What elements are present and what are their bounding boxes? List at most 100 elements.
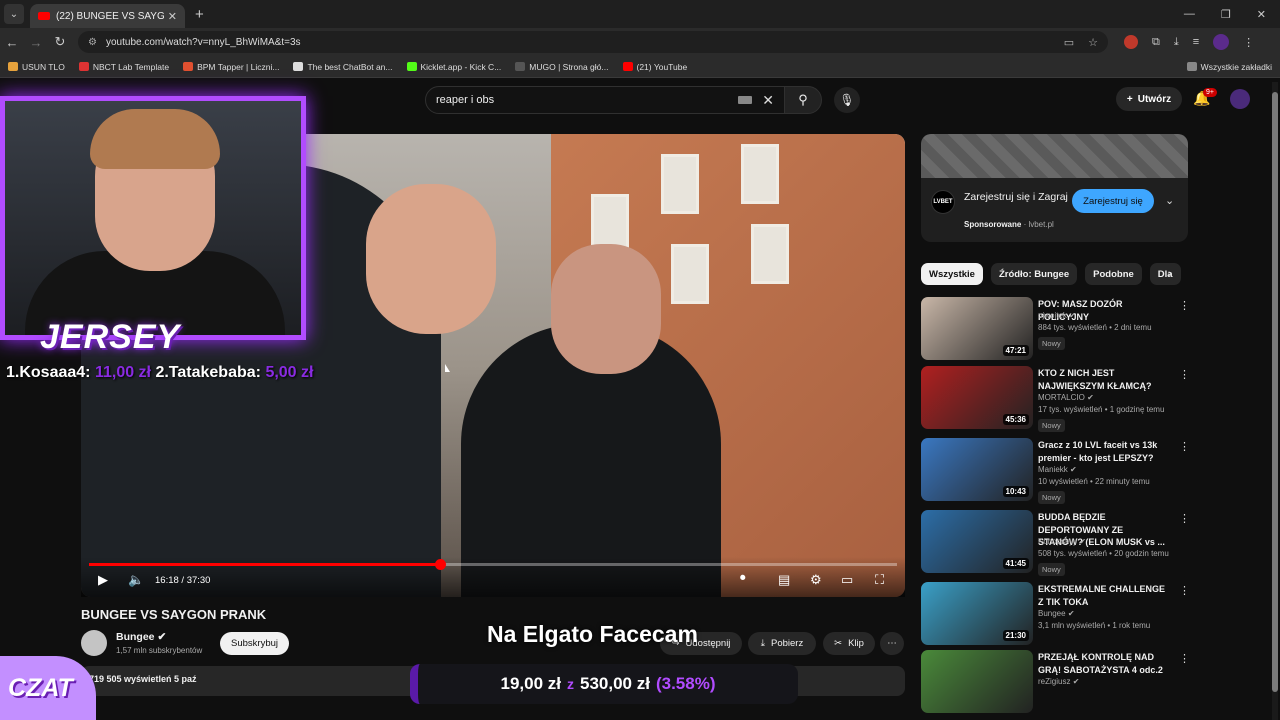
account-avatar[interactable]	[1230, 89, 1250, 109]
recommended-title[interactable]: Gracz z 10 LVL faceit vs 13k premier - k…	[1038, 439, 1168, 464]
recommended-title[interactable]: PRZEJĄŁ KONTROLĘ NAD GRĄ! SABOTAŻYSTA 4 …	[1038, 651, 1168, 676]
recommended-channel: reZigiusz ✔	[1038, 677, 1080, 686]
cast-icon[interactable]: ▭	[1064, 36, 1074, 49]
scrollbar-thumb[interactable]	[1272, 92, 1278, 692]
bookmark-item[interactable]: USUN TLO	[8, 62, 65, 72]
channel-avatar[interactable]	[81, 630, 107, 656]
close-window-icon[interactable]: ✕	[1257, 8, 1266, 21]
keyboard-icon[interactable]	[738, 96, 753, 104]
site-info-icon[interactable]: ⚙	[88, 37, 100, 48]
more-options-icon[interactable]: ⋮	[1179, 299, 1190, 312]
video-title: BUNGEE VS SAYGON PRANK	[81, 607, 267, 622]
search-button[interactable]: ⚲	[784, 86, 822, 114]
recommended-video[interactable]: 47:21 POV: MASZ DOZÓR POLICYJNY ojwojtek ✔…	[921, 297, 1190, 361]
page-scrollbar[interactable]	[1272, 82, 1278, 720]
search-input[interactable]: reaper i obs ✕	[425, 86, 785, 114]
bookmark-item[interactable]: (21) YouTube	[622, 62, 687, 72]
clip-button[interactable]: ✂ Klip	[823, 632, 875, 655]
maximize-icon[interactable]: ❐	[1221, 8, 1231, 21]
more-options-icon[interactable]: ⋮	[1179, 584, 1190, 597]
video-window	[671, 244, 709, 304]
video-thumbnail[interactable]	[921, 650, 1033, 713]
media-control-icon[interactable]: ≡	[1193, 36, 1199, 48]
address-bar-row: ← → ↻ ⚙ youtube.com/watch?v=nnyL_BhWiMA&…	[0, 28, 1280, 56]
recommended-video[interactable]: PRZEJĄŁ KONTROLĘ NAD GRĄ! SABOTAŻYSTA 4 …	[921, 650, 1190, 714]
url-field[interactable]: ⚙ youtube.com/watch?v=nnyL_BhWiMA&t=3s ▭…	[78, 31, 1108, 53]
video-thumbnail[interactable]: 41:45	[921, 510, 1033, 573]
autoplay-toggle-icon[interactable]: ⏺	[740, 572, 746, 585]
browser-tab[interactable]: (22) BUNGEE VS SAYGON PRANK ✕	[30, 4, 185, 28]
recommended-video[interactable]: 10:43 Gracz z 10 LVL faceit vs 13k premie…	[921, 438, 1190, 504]
video-thumbnail[interactable]: 47:21	[921, 297, 1033, 360]
video-thumbnail[interactable]: 45:36	[921, 366, 1033, 429]
theater-mode-icon[interactable]: ▭	[841, 572, 853, 588]
new-tab-icon[interactable]: +	[195, 6, 204, 23]
extensions-puzzle-icon[interactable]: ⧉	[1152, 36, 1160, 49]
sponsored-ad[interactable]: LVBET Zarejestruj się i Zagraj Sponsorow…	[921, 134, 1188, 242]
chip-all[interactable]: Wszystkie	[921, 263, 983, 285]
video-thumbnail[interactable]: 21:30	[921, 582, 1033, 645]
channel-name[interactable]: Bungee ✔	[116, 631, 166, 643]
all-bookmarks-folder[interactable]: Wszystkie zakładki	[1186, 62, 1280, 72]
recommended-title[interactable]: EKSTREMALNE CHALLENGE Z TIK TOKA	[1038, 583, 1168, 608]
play-icon[interactable]: ▶	[98, 572, 108, 588]
close-tab-icon[interactable]: ✕	[168, 10, 177, 23]
subscribe-button[interactable]: Subskrybuj	[220, 632, 289, 655]
fullscreen-icon[interactable]: ⛶	[875, 572, 884, 588]
youtube-favicon-icon	[38, 12, 50, 20]
profile-avatar[interactable]	[1213, 34, 1230, 50]
more-options-icon[interactable]: ⋮	[1179, 652, 1190, 665]
recommended-video[interactable]: 45:36 KTO Z NICH JEST NAJWIĘKSZYM KŁAMCĄ?…	[921, 366, 1190, 432]
recommended-video[interactable]: 41:45 BUDDA BĘDZIE DEPORTOWANY ZE STANÓW?…	[921, 510, 1190, 576]
bookmark-item[interactable]: BPM Tapper | Liczni...	[183, 62, 279, 72]
bookmark-favicon-icon	[78, 62, 89, 71]
bookmark-item[interactable]: NBCT Lab Template	[78, 62, 169, 72]
reload-icon[interactable]: ↻	[48, 34, 72, 50]
volume-icon[interactable]: 🔈	[128, 572, 144, 588]
new-badge: Nowy	[1038, 491, 1065, 504]
bookmark-item[interactable]: Kicklet.app - Kick C...	[406, 62, 501, 72]
video-person-head	[551, 244, 661, 374]
more-options-icon[interactable]: ⋮	[1179, 368, 1190, 381]
create-button[interactable]: + Utwórz	[1116, 87, 1182, 111]
chip-for-you[interactable]: Dla	[1149, 263, 1181, 285]
bookmark-item[interactable]: MUGO | Strona głó...	[515, 62, 609, 72]
settings-gear-icon[interactable]: ⚙	[810, 572, 822, 588]
video-thumbnail[interactable]: 10:43	[921, 438, 1033, 501]
forward-icon[interactable]: →	[24, 35, 48, 50]
progress-bar[interactable]	[89, 559, 897, 570]
recommended-channel: Konopskyy ✔	[1038, 537, 1087, 546]
recommended-channel: MORTALCIO ✔	[1038, 393, 1094, 402]
download-button[interactable]: ⤓ Pobierz	[748, 632, 816, 655]
bookmark-star-icon[interactable]: ☆	[1088, 36, 1098, 49]
chevron-down-icon[interactable]: ⌄	[1165, 194, 1174, 207]
recommended-meta: 884 tys. wyświetleń • 2 dni temu	[1038, 323, 1152, 332]
more-options-icon[interactable]: ⋮	[1179, 512, 1190, 525]
video-duration: 21:30	[1002, 630, 1029, 641]
extension-icon[interactable]	[1124, 35, 1138, 49]
back-icon[interactable]: ←	[0, 35, 24, 50]
voice-search-button[interactable]: 🎙	[834, 87, 860, 113]
browser-menu-icon[interactable]: ⋮	[1243, 36, 1254, 49]
more-actions-button[interactable]: ⋯	[880, 632, 904, 655]
verified-icon: ✔	[1069, 311, 1076, 320]
progress-scrubber[interactable]	[435, 559, 446, 570]
chip-related[interactable]: Podobne	[1085, 263, 1142, 285]
time-display: 16:18 / 37:30	[155, 575, 211, 586]
video-window	[661, 154, 699, 214]
chevron-right-icon[interactable]: ›	[1168, 268, 1172, 280]
recommended-title[interactable]: KTO Z NICH JEST NAJWIĘKSZYM KŁAMCĄ?	[1038, 367, 1168, 392]
folder-icon	[1186, 62, 1197, 71]
ad-register-button[interactable]: Zarejestruj się	[1072, 189, 1154, 213]
more-options-icon[interactable]: ⋮	[1179, 440, 1190, 453]
chip-source[interactable]: Źródło: Bungee	[990, 263, 1078, 285]
download-icon[interactable]: ⤓	[1174, 36, 1179, 49]
clear-search-icon[interactable]: ✕	[762, 92, 774, 109]
recommended-video[interactable]: 21:30 EKSTREMALNE CHALLENGE Z TIK TOKA Bun…	[921, 582, 1190, 646]
minimize-icon[interactable]: —	[1184, 8, 1195, 21]
subtitles-icon[interactable]: ▤	[778, 572, 790, 588]
bookmark-item[interactable]: The best ChatBot an...	[293, 62, 393, 72]
browser-tab-bar: ⌄ (22) BUNGEE VS SAYGON PRANK ✕ + — ❐ ✕	[0, 0, 1280, 28]
bookmark-favicon-icon	[622, 62, 633, 71]
tab-search-icon[interactable]: ⌄	[4, 4, 24, 24]
